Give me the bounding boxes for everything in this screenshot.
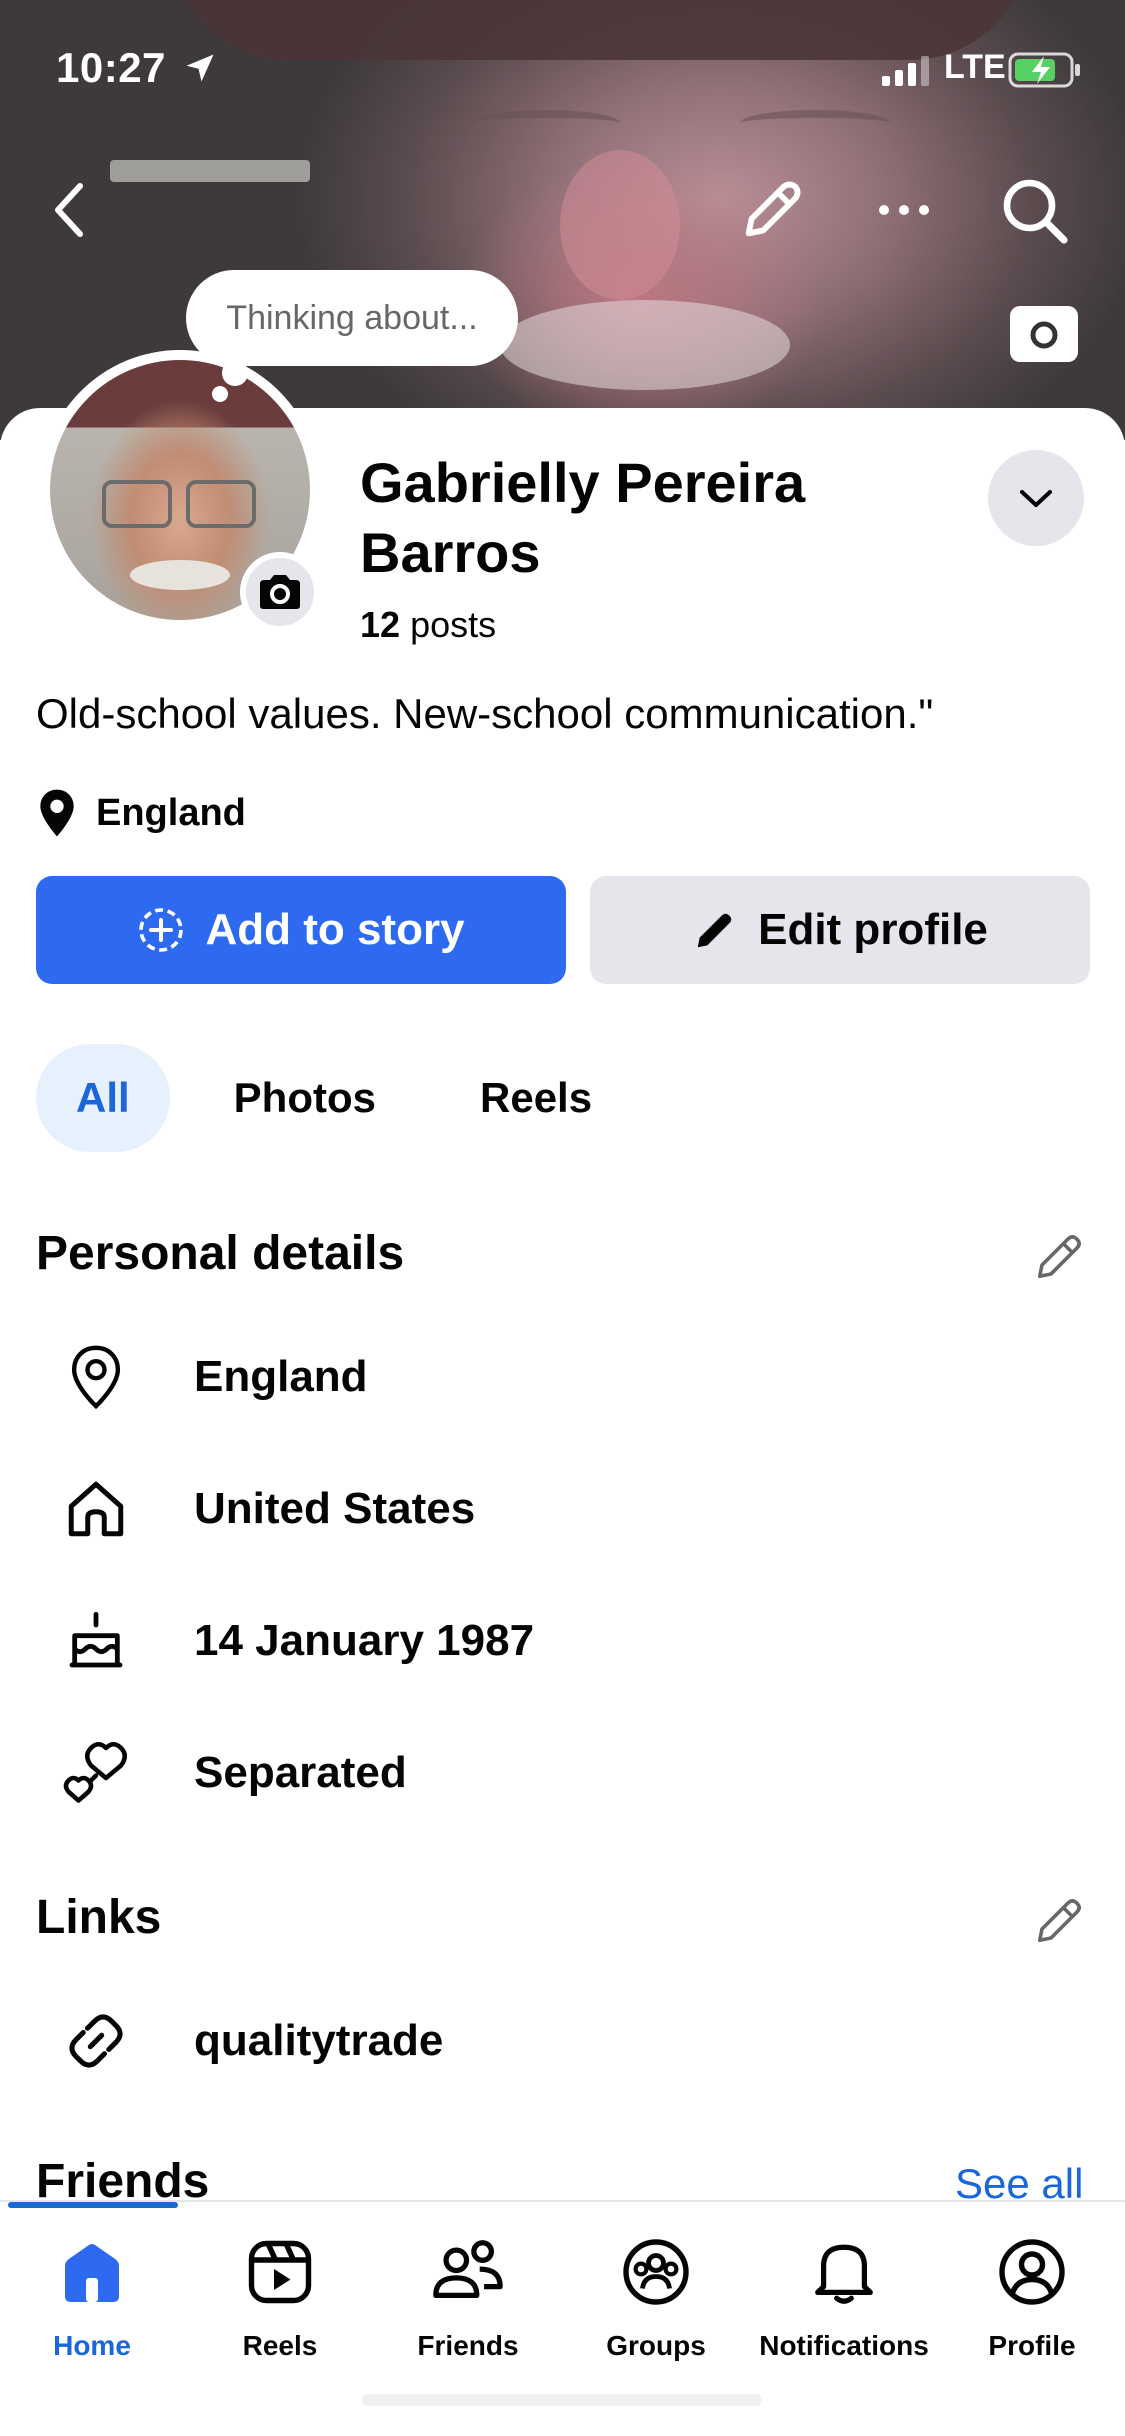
edit-pencil-button[interactable] bbox=[732, 170, 812, 250]
nav-groups[interactable]: Groups bbox=[566, 2232, 746, 2362]
friends-icon bbox=[428, 2232, 508, 2312]
link-icon bbox=[60, 2005, 132, 2077]
pencil-outline-icon bbox=[1037, 1235, 1081, 1279]
detail-text: England bbox=[194, 1352, 368, 1401]
tab-photos[interactable]: Photos bbox=[194, 1044, 416, 1152]
more-options-button[interactable] bbox=[864, 170, 944, 250]
edit-personal-details-button[interactable] bbox=[1030, 1226, 1090, 1286]
nav-label: Home bbox=[53, 2330, 131, 2361]
nav-reels[interactable]: Reels bbox=[190, 2232, 370, 2362]
reels-icon bbox=[240, 2232, 320, 2312]
tab-all[interactable]: All bbox=[36, 1044, 170, 1152]
avatar-camera-button[interactable] bbox=[240, 552, 320, 632]
nav-label: Notifications bbox=[759, 2330, 929, 2361]
detail-row-relationship: Separated bbox=[60, 1728, 407, 1818]
tab-reels[interactable]: Reels bbox=[440, 1044, 632, 1152]
detail-row-hometown: United States bbox=[60, 1464, 475, 1554]
avatar-detail bbox=[130, 560, 230, 590]
home-icon bbox=[60, 1473, 132, 1545]
profile-location-text: England bbox=[96, 791, 246, 834]
signal-icon bbox=[882, 56, 934, 91]
back-button[interactable] bbox=[30, 170, 110, 250]
profile-icon bbox=[992, 2232, 1072, 2312]
profile-card bbox=[0, 408, 1125, 2208]
nav-profile[interactable]: Profile bbox=[942, 2232, 1122, 2362]
profile-name: Gabrielly Pereira Barros bbox=[360, 451, 806, 584]
chevron-down-icon bbox=[1020, 490, 1052, 507]
cover-face-detail bbox=[560, 150, 680, 300]
nav-notifications[interactable]: Notifications bbox=[754, 2232, 934, 2362]
nav-label: Profile bbox=[988, 2330, 1076, 2361]
nav-friends[interactable]: Friends bbox=[378, 2232, 558, 2362]
detail-text: Separated bbox=[194, 1748, 407, 1797]
avatar-detail bbox=[212, 386, 228, 402]
link-text[interactable]: qualitytrade bbox=[194, 2016, 443, 2066]
cover-face-detail bbox=[500, 300, 790, 390]
content-tabs: All Photos Reels bbox=[36, 1044, 632, 1152]
battery-charging-icon bbox=[1008, 52, 1082, 93]
bell-icon bbox=[804, 2232, 884, 2312]
groups-icon bbox=[616, 2232, 696, 2312]
profile-location: England bbox=[36, 788, 246, 838]
add-to-story-button[interactable]: Add to story bbox=[36, 876, 566, 984]
detail-text: 14 January 1987 bbox=[194, 1616, 535, 1665]
location-arrow-icon bbox=[182, 50, 218, 91]
network-label: LTE bbox=[944, 48, 1006, 86]
post-count: 12 posts bbox=[360, 604, 496, 646]
nav-label: Groups bbox=[606, 2330, 706, 2361]
personal-details-title: Personal details bbox=[36, 1227, 405, 1280]
status-time: 10:27 bbox=[56, 44, 166, 91]
edit-profile-button[interactable]: Edit profile bbox=[590, 876, 1090, 984]
detail-text: United States bbox=[194, 1484, 476, 1533]
cover-ceiling-light bbox=[110, 160, 310, 182]
add-story-icon bbox=[139, 908, 184, 952]
thought-bubble-tail bbox=[222, 360, 248, 386]
home-icon bbox=[52, 2232, 132, 2312]
links-title: Links bbox=[36, 1891, 162, 1944]
cover-camera-button[interactable] bbox=[1010, 306, 1078, 362]
detail-row-birthday: 14 January 1987 bbox=[60, 1596, 534, 1686]
active-tab-indicator bbox=[8, 2202, 178, 2208]
location-pin-icon bbox=[60, 1341, 132, 1413]
edit-links-button[interactable] bbox=[1030, 1890, 1090, 1950]
location-pin-icon bbox=[40, 789, 74, 837]
post-count-number: 12 bbox=[360, 604, 401, 645]
search-button[interactable] bbox=[994, 170, 1074, 250]
detail-row-current-city: England bbox=[60, 1332, 368, 1422]
nav-label: Reels bbox=[242, 2330, 318, 2361]
profile-dropdown-button[interactable] bbox=[988, 450, 1084, 546]
avatar-detail bbox=[102, 480, 172, 528]
pencil-icon bbox=[697, 913, 732, 948]
profile-bio: Old-school values. New-school communicat… bbox=[36, 690, 934, 737]
home-indicator-bar bbox=[362, 2394, 762, 2406]
link-item[interactable]: qualitytrade bbox=[60, 1996, 443, 2086]
nav-home[interactable]: Home bbox=[2, 2232, 182, 2362]
add-to-story-label: Add to story bbox=[205, 905, 465, 954]
status-bar: 10:27 LTE bbox=[0, 0, 1125, 140]
bottom-nav-bar: Home Reels Friends Groups Notifications … bbox=[0, 2200, 1125, 2436]
edit-profile-label: Edit profile bbox=[758, 905, 988, 954]
nav-label: Friends bbox=[417, 2330, 519, 2361]
birthday-cake-icon bbox=[60, 1605, 132, 1677]
pencil-outline-icon bbox=[1037, 1899, 1081, 1943]
post-count-label: posts bbox=[410, 604, 497, 645]
thought-bubble[interactable]: Thinking about... bbox=[186, 270, 518, 366]
hearts-icon bbox=[60, 1737, 132, 1809]
avatar-detail bbox=[186, 480, 256, 528]
